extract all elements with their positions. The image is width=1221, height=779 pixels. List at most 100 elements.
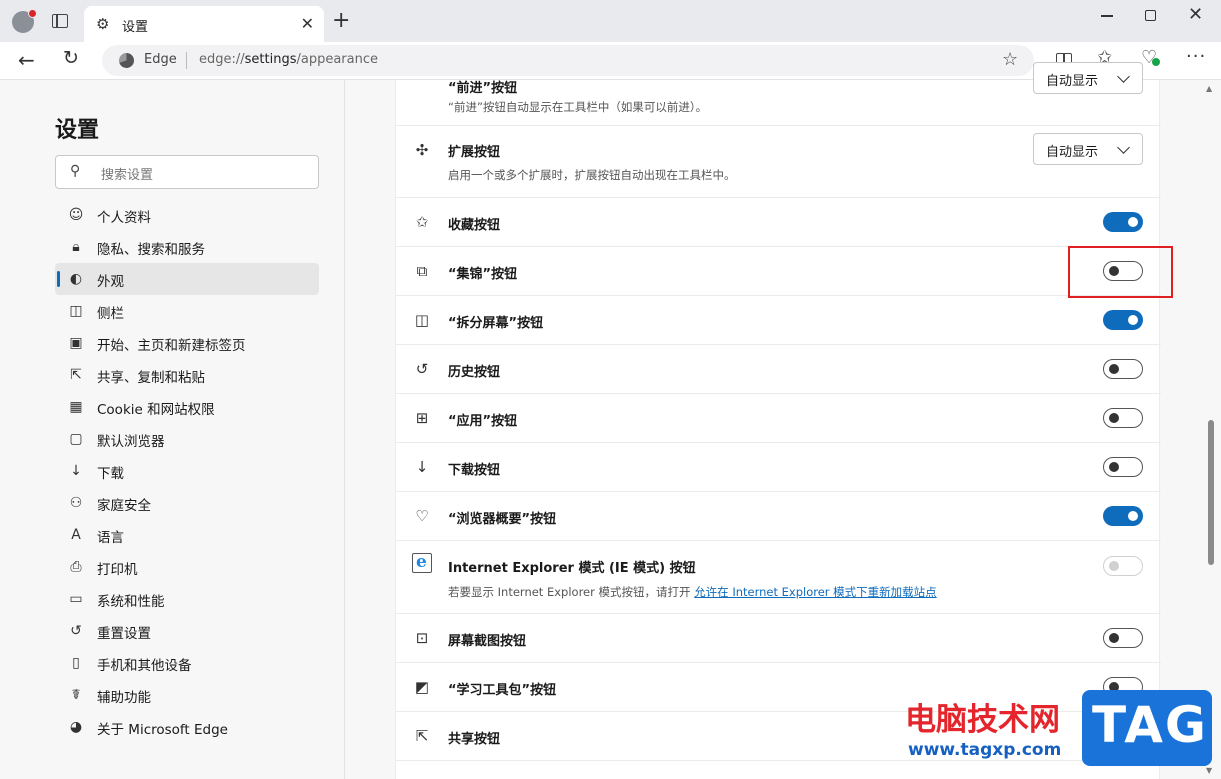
sidebar-item-sidebar[interactable]: ◫ 侧栏 [55,295,319,327]
url-scheme: edge:// [199,52,245,67]
tab-actions-icon[interactable] [52,14,68,28]
sidebar-item-default-browser[interactable]: ▢ 默认浏览器 [55,423,319,455]
collections-icon: ⧉ [416,262,428,280]
download-icon: ↓ [70,463,82,479]
scrollbar-thumb[interactable] [1208,420,1214,565]
sidebar-item-label: 个人资料 [97,210,151,226]
sidebar-panel-icon: ◫ [69,303,83,319]
ie-mode-toggle[interactable] [1103,556,1143,576]
setting-title: “拆分屏幕”按钮 [448,316,544,331]
setting-title: “集锦”按钮 [448,267,518,282]
sidebar-item-reset[interactable]: ↺ 重置设置 [55,615,319,647]
settings-content: “前进”按钮 “前进”按钮自动显示在工具栏中（如果可以前进）。 自动显示 ✣ 扩… [346,62,1221,779]
site-permissions-icon: ▦ [69,399,83,415]
setting-row-screenshot: ⊡ 屏幕截图按钮 [396,614,1161,663]
ie-reload-link[interactable]: 允许在 Internet Explorer 模式下重新加载站点 [694,585,937,599]
url-path: /appearance [296,52,378,67]
favorites-toggle[interactable] [1103,212,1143,232]
edge-logo-icon [119,53,134,68]
address-divider [186,52,187,69]
refresh-icon[interactable]: ↻ [63,47,79,69]
setting-title: “浏览器概要”按钮 [448,512,557,527]
setting-row-extensions: ✣ 扩展按钮 启用一个或多个扩展时，扩展按钮自动出现在工具栏中。 自动显示 [396,126,1161,198]
sidebar-item-share-copy[interactable]: ⇱ 共享、复制和粘贴 [55,359,319,391]
sidebar-item-printers[interactable]: ⎙ 打印机 [55,551,319,583]
history-toggle[interactable] [1103,359,1143,379]
sidebar-item-label: 共享、复制和粘贴 [97,370,205,386]
search-settings-input[interactable]: ⚲ 搜索设置 [55,155,319,189]
scroll-down-arrow[interactable]: ▼ [1206,766,1212,775]
setting-row-favorites: ✩ 收藏按钮 [396,198,1161,247]
sidebar-item-label: 手机和其他设备 [97,658,192,674]
url-text[interactable]: edge://settings/appearance [199,52,378,67]
annotation-highlight-box [1068,246,1173,298]
split-screen-toggle[interactable] [1103,310,1143,330]
new-tab-button[interactable]: + [332,8,350,34]
profile-icon: ☺ [68,207,84,223]
reset-icon: ↺ [70,623,82,639]
new-tab-page-icon: ▣ [69,335,83,351]
setting-title: Internet Explorer 模式 (IE 模式) 按钮 [448,561,696,576]
sidebar-item-label: 侧栏 [97,306,124,322]
download-icon: ↓ [415,458,429,476]
apps-toggle[interactable] [1103,408,1143,428]
close-window-button[interactable]: ✕ [1188,4,1203,25]
sidebar-item-privacy[interactable]: 🔒︎ 隐私、搜索和服务 [55,231,319,263]
default-browser-icon: ▢ [69,431,83,447]
back-arrow-icon[interactable]: ← [18,48,35,72]
sidebar-item-label: 辅助功能 [97,690,151,706]
more-menu-icon[interactable]: ··· [1186,46,1206,67]
dropdown-value: 自动显示 [1046,145,1099,160]
sidebar-item-label: 下载 [97,466,124,482]
language-icon: A [71,527,81,543]
extensions-visibility-dropdown[interactable]: 自动显示 [1033,133,1143,165]
setting-title: 屏幕截图按钮 [448,634,527,649]
sidebar-item-family[interactable]: ⚇ 家庭安全 [55,487,319,519]
setting-desc: 启用一个或多个扩展时，扩展按钮自动出现在工具栏中。 [448,168,736,182]
favorites-icon: ✩ [415,213,429,231]
sidebar-item-languages[interactable]: A 语言 [55,519,319,551]
downloads-toggle[interactable] [1103,457,1143,477]
history-icon: ↺ [415,360,429,378]
family-icon: ⚇ [69,495,83,511]
puzzle-icon: ✣ [415,141,429,159]
sidebar-item-label: 语言 [97,530,124,546]
chevron-down-icon [1117,141,1130,154]
setting-title: 收藏按钮 [448,218,501,233]
minimize-button[interactable] [1101,15,1113,17]
setting-title: “应用”按钮 [448,414,518,429]
watermark-text: 电脑技术网 [905,702,1060,738]
sidebar-item-accessibility[interactable]: ☤ 辅助功能 [55,679,319,711]
watermark-logo: TAG [1082,690,1212,766]
profile-avatar[interactable] [12,9,37,33]
setting-desc: “前进”按钮自动显示在工具栏中（如果可以前进）。 [448,100,708,114]
tab-settings[interactable]: ⚙ 设置 ✕ [84,6,324,42]
sidebar-item-system[interactable]: ▭ 系统和性能 [55,583,319,615]
forward-visibility-dropdown[interactable]: 自动显示 [1033,62,1143,94]
setting-row-essentials: ♡ “浏览器概要”按钮 [396,492,1161,541]
accessibility-icon: ☤ [71,687,81,703]
essentials-toggle[interactable] [1103,506,1143,526]
sidebar-item-phone[interactable]: ▯ 手机和其他设备 [55,647,319,679]
setting-title: “学习工具包”按钮 [448,683,557,698]
sidebar-item-profile[interactable]: ☺ 个人资料 [55,199,319,231]
screenshot-toggle[interactable] [1103,628,1143,648]
setting-desc: 若要显示 Internet Explorer 模式按钮，请打开 允许在 Inte… [448,584,937,600]
scroll-up-arrow[interactable]: ▲ [1206,84,1212,93]
search-icon: ⚲ [70,163,81,179]
sidebar-item-cookies[interactable]: ▦ Cookie 和网站权限 [55,391,319,423]
lock-icon: 🔒︎ [72,239,80,255]
sidebar-item-appearance[interactable]: ◐ 外观 [55,263,319,295]
split-screen-icon: ◫ [414,311,430,329]
setting-row-apps: ⊞ “应用”按钮 [396,394,1161,443]
internet-explorer-icon [412,552,432,573]
tab-close-button[interactable]: ✕ [301,14,314,33]
share-icon: ⇱ [70,367,82,383]
gear-icon: ⚙ [96,15,110,33]
sidebar-item-downloads[interactable]: ↓ 下载 [55,455,319,487]
toolbar-buttons-card: “前进”按钮 “前进”按钮自动显示在工具栏中（如果可以前进）。 自动显示 ✣ 扩… [395,62,1161,779]
maximize-button[interactable] [1145,10,1156,21]
watermark-url: www.tagxp.com [908,740,1062,760]
sidebar-item-about[interactable]: ◕ 关于 Microsoft Edge [55,711,319,743]
sidebar-item-start-home[interactable]: ▣ 开始、主页和新建标签页 [55,327,319,359]
